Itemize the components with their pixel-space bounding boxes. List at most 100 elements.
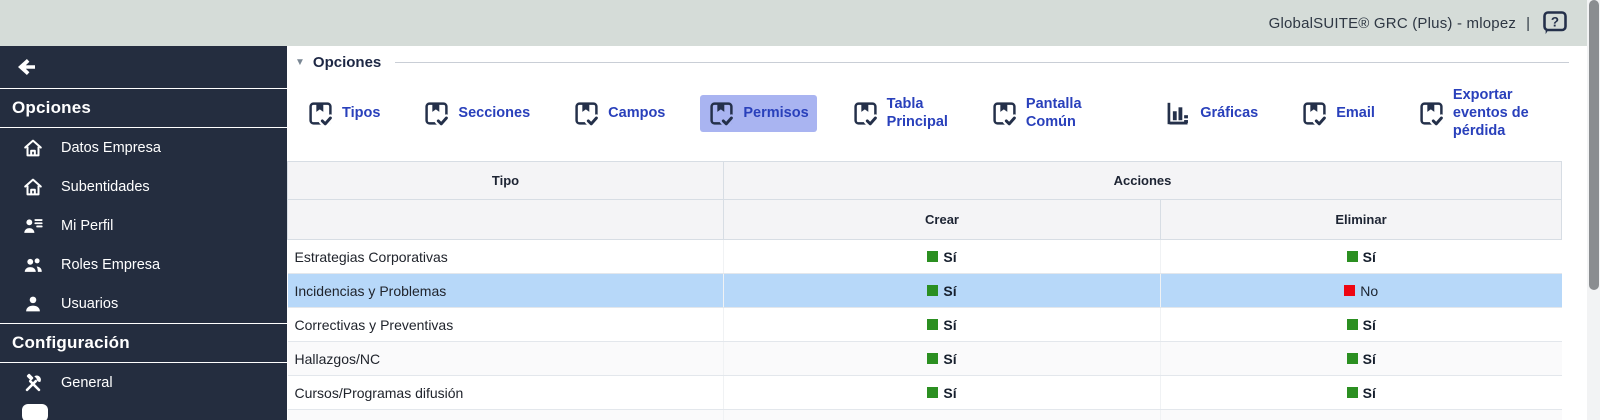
cell-tipo: Correctivas y Preventivas — [287, 307, 724, 343]
cell-eliminar: Sí — [1160, 409, 1562, 420]
cell-tipo: Hallazgos/NC — [287, 341, 724, 377]
tab-label: Gráficas — [1200, 105, 1259, 122]
status-square-icon — [927, 251, 939, 263]
vertical-scrollbar[interactable] — [1587, 0, 1600, 420]
table-row[interactable]: Estrategias Corporativas Sí Sí — [287, 239, 1562, 275]
eliminar-flag: Sí — [1346, 317, 1376, 333]
sidebar-item-label: Subentidades — [61, 178, 150, 195]
status-square-icon — [1346, 387, 1358, 399]
tab-campos[interactable]: Campos — [565, 95, 673, 132]
status-square-icon — [1344, 285, 1356, 297]
eliminar-flag: No — [1344, 283, 1378, 299]
sidebar-section-opciones: Opciones — [12, 98, 92, 117]
cell-eliminar: Sí — [1160, 375, 1562, 411]
tab-email[interactable]: Email — [1293, 95, 1383, 132]
cell-tipo: Cursos/Programas difusión — [287, 375, 724, 411]
tab-bar: Tipos Secciones Campos Permisos Tabla Pr… — [287, 71, 1583, 155]
cell-tipo: Incidencias y Problemas — [287, 273, 724, 309]
status-square-icon — [927, 285, 939, 297]
column-header-acciones: Acciones — [723, 161, 1562, 201]
back-arrow-icon — [14, 55, 38, 79]
column-header-eliminar: Eliminar — [1160, 199, 1562, 241]
cell-tipo: Estrategias Corporativas — [287, 239, 724, 275]
tools-icon — [22, 372, 44, 394]
cell-crear: Sí — [723, 273, 1161, 309]
home-icon — [22, 176, 44, 198]
status-square-icon — [1346, 353, 1358, 365]
sidebar-item-label: Usuarios — [61, 295, 119, 312]
eliminar-flag: Sí — [1346, 249, 1376, 265]
tab-tabla-principal[interactable]: Tabla Principal — [844, 90, 956, 136]
table-row[interactable]: Correctivas y Preventivas Sí Sí — [287, 307, 1562, 343]
table-row[interactable]: Cursos/Programas difusión Sí Sí — [287, 375, 1562, 411]
sidebar-item-roles-empresa[interactable]: Roles Empresa — [0, 245, 287, 284]
bookmark-check-icon — [708, 100, 735, 127]
sidebar-item-subentidades[interactable]: Subentidades — [0, 167, 287, 206]
cell-tipo: Gestión de Vulnerabilidades — [287, 409, 724, 420]
bookmark-check-icon — [1418, 100, 1445, 127]
tab-label: Secciones — [458, 105, 531, 122]
cell-crear: Sí — [723, 409, 1161, 420]
tab-pantalla-comun[interactable]: Pantalla Común — [983, 90, 1092, 136]
people-icon — [22, 254, 44, 276]
tab-graficas[interactable]: Gráficas — [1157, 95, 1266, 132]
scrollbar-thumb[interactable] — [1588, 0, 1599, 290]
topbar: GlobalSUITE® GRC (Plus) - mlopez | — [0, 0, 1600, 46]
sidebar-item-mi-perfil[interactable]: Mi Perfil — [0, 206, 287, 245]
cell-eliminar: Sí — [1160, 341, 1562, 377]
sidebar-item-datos-empresa[interactable]: Datos Empresa — [0, 128, 287, 167]
sidebar-item-label: Roles Empresa — [61, 256, 161, 273]
table-row[interactable]: Incidencias y Problemas Sí No — [287, 273, 1562, 309]
fieldset-legend: ▼ Opciones — [287, 46, 1583, 71]
crear-flag: Sí — [927, 351, 957, 367]
table-row[interactable]: Gestión de Vulnerabilidades Sí Sí — [287, 409, 1562, 420]
status-square-icon — [927, 387, 939, 399]
tab-exportar-eventos[interactable]: Exportar eventos de pérdida — [1410, 81, 1573, 145]
sidebar-item-partial-icon — [22, 404, 48, 420]
status-square-icon — [927, 353, 939, 365]
fieldset-legend-label: Opciones — [312, 54, 382, 71]
tab-tipos[interactable]: Tipos — [299, 95, 388, 132]
fieldset-legend-line — [395, 62, 1569, 63]
cell-eliminar: Sí — [1160, 307, 1562, 343]
person-list-icon — [22, 215, 44, 237]
status-square-icon — [927, 319, 939, 331]
eliminar-flag: Sí — [1346, 351, 1376, 367]
sidebar-item-general[interactable]: General — [0, 363, 287, 402]
cell-crear: Sí — [723, 307, 1161, 343]
table-header-row-2: Crear Eliminar — [287, 199, 1562, 241]
sidebar-collapse-button[interactable] — [0, 46, 287, 88]
tab-label: Exportar eventos de pérdida — [1452, 87, 1529, 140]
bookmark-check-icon — [852, 100, 879, 127]
tab-permisos[interactable]: Permisos — [700, 94, 817, 132]
bookmark-check-icon — [423, 100, 450, 127]
cell-eliminar: No — [1160, 273, 1562, 309]
status-square-icon — [1346, 251, 1358, 263]
bookmark-check-icon — [1301, 100, 1328, 127]
sidebar-item-usuarios[interactable]: Usuarios — [0, 284, 287, 323]
bar-chart-icon — [1165, 100, 1192, 127]
topbar-divider: | — [1526, 14, 1530, 32]
column-header-crear: Crear — [723, 199, 1161, 241]
bookmark-check-icon — [307, 100, 334, 127]
collapse-triangle-icon[interactable]: ▼ — [295, 57, 305, 68]
cell-crear: Sí — [723, 239, 1161, 275]
status-square-icon — [1346, 319, 1358, 331]
sidebar: Opciones Datos Empresa Subentidades Mi P… — [0, 46, 287, 420]
table-header-row-1: Tipo Acciones — [287, 161, 1562, 201]
eliminar-flag: Sí — [1346, 385, 1376, 401]
tab-label: Permisos — [743, 105, 809, 122]
crear-flag: Sí — [927, 249, 957, 265]
tab-secciones[interactable]: Secciones — [415, 95, 538, 132]
app-title: GlobalSUITE® GRC (Plus) - mlopez — [1268, 14, 1517, 32]
help-icon[interactable] — [1540, 9, 1570, 37]
bookmark-check-icon — [991, 100, 1018, 127]
main-panel: ▼ Opciones Tipos Secciones Campos Permis… — [287, 46, 1583, 420]
person-icon — [22, 293, 44, 315]
tab-label: Pantalla Común — [1025, 96, 1082, 131]
sidebar-section-configuracion: Configuración — [12, 333, 130, 352]
table-row[interactable]: Hallazgos/NC Sí Sí — [287, 341, 1562, 377]
crear-flag: Sí — [927, 283, 957, 299]
crear-flag: Sí — [927, 385, 957, 401]
tab-label: Campos — [608, 105, 666, 122]
